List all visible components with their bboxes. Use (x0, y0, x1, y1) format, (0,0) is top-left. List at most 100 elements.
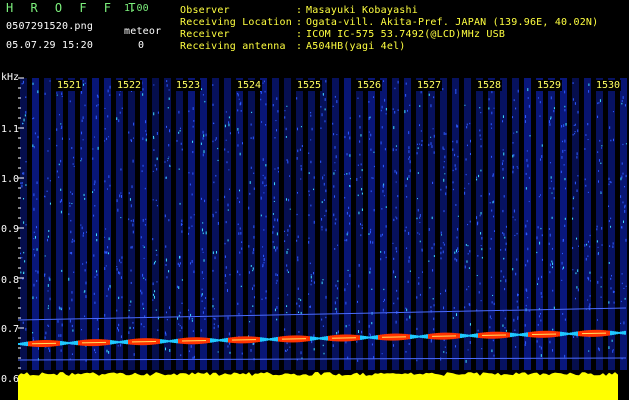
noise-speck (33, 207, 35, 211)
noise-stripe (200, 78, 207, 370)
noise-speck (69, 202, 71, 204)
noise-speck (551, 192, 553, 194)
noise-speck (108, 175, 110, 178)
noise-speck (23, 251, 25, 254)
noise-speck (47, 305, 49, 307)
noise-speck (549, 233, 551, 237)
noise-speck (311, 340, 313, 344)
noise-speck (213, 326, 215, 330)
noise-speck (480, 145, 482, 148)
noise-speck (164, 214, 166, 218)
noise-speck (217, 221, 219, 225)
noise-speck (577, 245, 579, 247)
noise-speck (325, 295, 327, 299)
noise-speck (490, 123, 492, 126)
noise-speck (142, 88, 144, 91)
y-tick-label: 0.7 (1, 324, 20, 335)
noise-speck (541, 155, 543, 158)
noise-speck (572, 246, 574, 250)
noise-speck (416, 359, 418, 362)
noise-speck (576, 237, 578, 240)
noise-speck (382, 233, 384, 236)
time-tick-label: 1522 (116, 80, 143, 91)
noise-speck (502, 149, 504, 151)
noise-speck (369, 267, 371, 271)
noise-speck (261, 121, 263, 123)
noise-speck (527, 97, 529, 99)
noise-speck (408, 146, 410, 150)
noise-speck (428, 93, 430, 96)
noise-speck (613, 301, 615, 304)
noise-speck (224, 148, 226, 151)
noise-speck (333, 185, 335, 188)
noise-speck (191, 320, 193, 322)
signal-segment (80, 340, 82, 346)
signal-core (90, 342, 92, 344)
noise-speck (491, 301, 493, 304)
signal-core (186, 340, 188, 342)
noise-speck (286, 342, 288, 345)
noise-speck (452, 169, 454, 172)
noise-speck (455, 345, 457, 348)
noise-speck (620, 177, 622, 181)
signal-segment (174, 339, 176, 344)
noise-speck (600, 286, 602, 288)
signal-segment (212, 338, 214, 343)
signal-core (394, 336, 396, 338)
signal-segment (376, 335, 378, 340)
noise-speck (156, 205, 158, 207)
noise-speck (188, 316, 190, 320)
noise-speck (408, 256, 410, 259)
noise-speck (405, 184, 407, 187)
noise-speck (177, 262, 179, 266)
noise-speck (265, 290, 267, 293)
noise-speck (225, 282, 227, 284)
noise-speck (393, 257, 395, 260)
noise-speck (513, 99, 515, 102)
noise-speck (274, 137, 276, 139)
noise-speck (272, 231, 274, 234)
noise-speck (322, 325, 324, 327)
noise-speck (93, 136, 95, 138)
noise-speck (562, 149, 564, 153)
noise-speck (308, 240, 310, 244)
noise-speck (143, 307, 145, 310)
noise-speck (476, 216, 478, 220)
signal-core (88, 342, 90, 344)
signal-segment (270, 338, 272, 341)
signal-core (404, 336, 406, 338)
noise-speck (445, 289, 447, 292)
noise-speck (61, 269, 63, 272)
noise-speck (621, 273, 623, 275)
noise-speck (20, 271, 22, 274)
noise-speck (128, 131, 130, 134)
signal-segment (264, 337, 266, 342)
noise-speck (348, 324, 350, 326)
noise-speck (525, 341, 527, 345)
signal-segment (370, 336, 372, 339)
noise-speck (588, 350, 590, 352)
noise-speck (561, 261, 563, 265)
signal-segment (470, 334, 472, 337)
noise-speck (44, 255, 46, 257)
noise-speck (212, 140, 214, 143)
noise-speck (476, 176, 478, 178)
noise-speck (109, 184, 111, 187)
noise-speck (72, 238, 74, 241)
signal-segment (66, 341, 68, 345)
noise-speck (141, 291, 143, 295)
noise-speck (131, 245, 133, 249)
noise-speck (589, 295, 591, 297)
noise-speck (287, 271, 289, 273)
noise-speck (298, 305, 300, 308)
noise-speck (202, 311, 204, 314)
noise-speck (153, 135, 155, 138)
noise-speck (346, 172, 348, 175)
noise-speck (22, 172, 24, 175)
noise-speck (264, 90, 266, 93)
noise-speck (539, 158, 541, 161)
noise-speck (189, 262, 191, 265)
noise-speck (564, 105, 566, 108)
noise-speck (35, 226, 37, 229)
noise-speck (469, 323, 471, 326)
